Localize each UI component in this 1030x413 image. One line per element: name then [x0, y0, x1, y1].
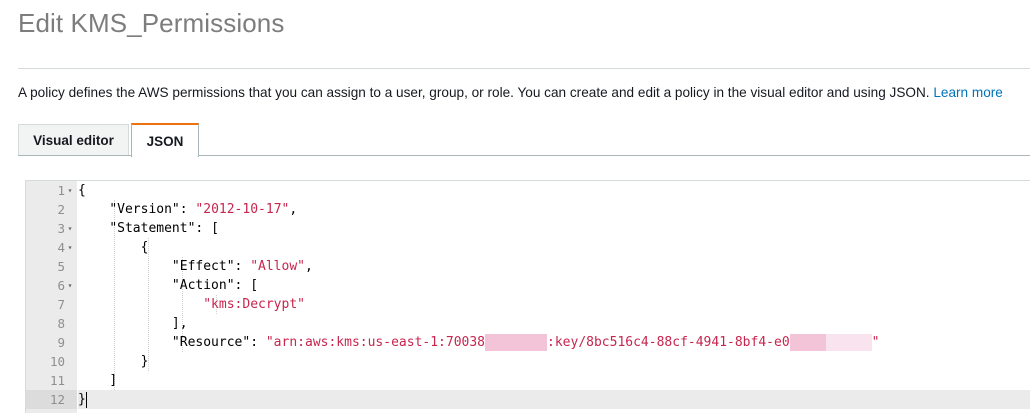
json-string: "arn:aws:kms:us-east-1:70038: [265, 335, 486, 350]
json-key: "Resource": [171, 335, 251, 350]
code-line-4: {: [140, 240, 149, 255]
code-line-1: {: [78, 183, 86, 198]
description-text: A policy defines the AWS permissions tha…: [18, 85, 930, 100]
json-string: "2012-10-17": [195, 202, 290, 217]
policy-description: A policy defines the AWS permissions tha…: [18, 84, 1003, 102]
line-number: 3 ▾: [26, 219, 77, 238]
fold-toggle-icon[interactable]: ▾: [66, 238, 74, 257]
json-key: "Action": [171, 278, 235, 293]
line-number: 12: [26, 390, 77, 409]
json-string: "Allow": [250, 259, 305, 274]
line-number-text: 11: [49, 373, 65, 388]
line-number: 7: [26, 295, 77, 314]
code-line-5: "Effect": "Allow",: [171, 259, 313, 274]
json-editor[interactable]: 1 ▾ 2 3 ▾ 4 ▾ 5 6 ▾ 7 8 9 10 11 12 { "Version": "2012-1…: [25, 180, 1030, 413]
line-number: 10: [26, 352, 77, 371]
line-number-text: 7: [57, 297, 65, 312]
text-cursor: [86, 392, 87, 408]
line-number-text: 10: [49, 354, 65, 369]
line-number-text: 2: [57, 202, 65, 217]
fold-toggle-icon[interactable]: ▾: [66, 276, 74, 295]
json-string: "kms:Decrypt": [203, 297, 305, 312]
line-number-text: 12: [49, 392, 65, 407]
active-line-highlight: [78, 390, 1030, 409]
code-line-8: ],: [171, 316, 188, 331]
redaction-block: [789, 334, 826, 351]
line-number-text: 3: [57, 221, 65, 236]
line-number: 8: [26, 314, 77, 333]
divider: [18, 68, 1030, 69]
line-number: 4 ▾: [26, 238, 77, 257]
code-line-11: ]: [109, 373, 118, 388]
line-number: 2: [26, 200, 77, 219]
redaction-block: [825, 334, 872, 351]
tab-visual-editor[interactable]: Visual editor: [18, 124, 129, 155]
page-title: Edit KMS_Permissions: [18, 8, 285, 38]
line-number-text: 9: [57, 335, 65, 350]
redaction-block: [485, 334, 548, 351]
code-line-3: "Statement": [: [109, 221, 219, 236]
code-line-10: }: [140, 354, 149, 369]
code-line-2: "Version": "2012-10-17",: [109, 202, 298, 217]
code-line-9: "Resource": "arn:aws:kms:us-east-1:70038…: [171, 334, 880, 351]
learn-more-link[interactable]: Learn more: [933, 85, 1003, 100]
line-number-text: 1: [57, 183, 65, 198]
line-number-text: 6: [57, 278, 65, 293]
fold-toggle-icon[interactable]: ▾: [66, 219, 74, 238]
line-number: 5: [26, 257, 77, 276]
code-line-6: "Action": [: [171, 278, 259, 293]
json-key: "Statement": [109, 221, 196, 236]
fold-toggle-icon[interactable]: ▾: [66, 181, 74, 200]
line-number-text: 4: [57, 240, 65, 255]
line-number-text: 5: [57, 259, 65, 274]
line-number-text: 8: [57, 316, 65, 331]
line-number: 11: [26, 371, 77, 390]
editor-tabs: Visual editor JSON: [18, 123, 1030, 157]
json-string: :key/8bc516c4-88cf-4941-8bf4-e0: [547, 335, 790, 350]
json-key: "Effect": [171, 259, 235, 274]
line-number: 9: [26, 333, 77, 352]
code-line-7: "kms:Decrypt": [78, 295, 305, 314]
line-number: 6 ▾: [26, 276, 77, 295]
line-number: 1 ▾: [26, 181, 77, 200]
json-key: "Version": [109, 202, 180, 217]
code-line-12: }: [78, 392, 86, 407]
tab-json[interactable]: JSON: [131, 123, 199, 157]
